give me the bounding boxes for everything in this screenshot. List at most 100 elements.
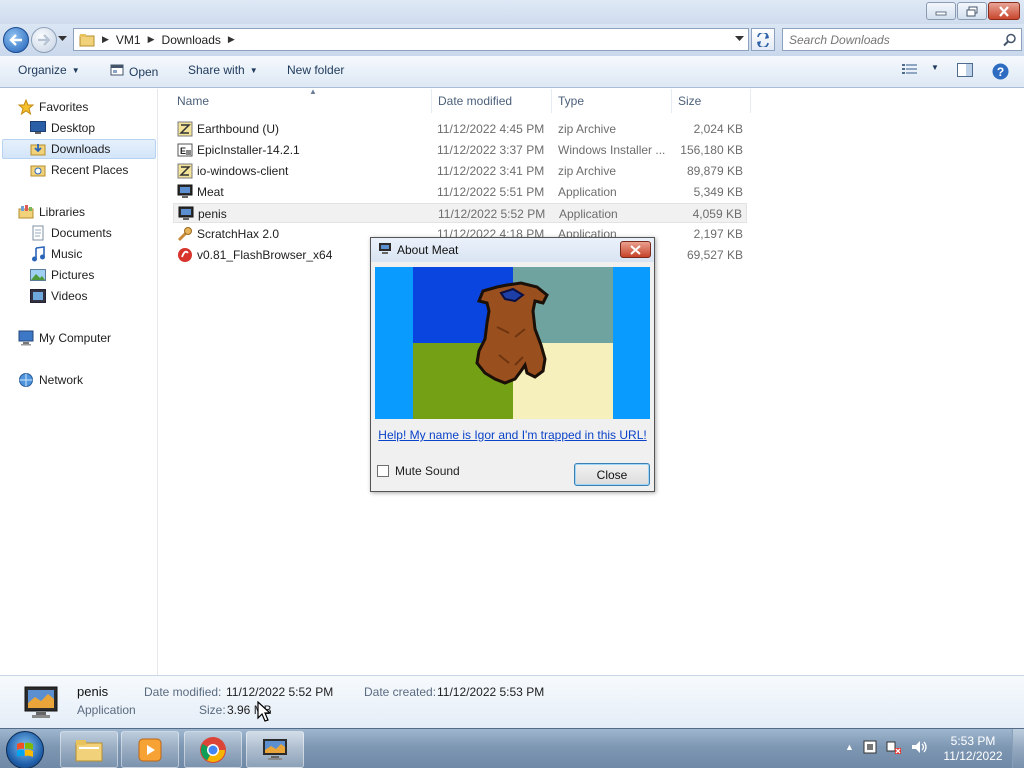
arrow-left-icon xyxy=(9,34,22,46)
taskbar-chrome[interactable] xyxy=(184,731,242,768)
nav-music-label: Music xyxy=(51,247,83,261)
checkbox-box[interactable] xyxy=(377,465,389,477)
nav-pictures[interactable]: Pictures xyxy=(30,265,156,285)
network-status-icon[interactable] xyxy=(886,739,902,755)
file-row-io-windows-client[interactable]: io-windows-client 11/12/2022 3:41 PM zip… xyxy=(173,161,747,181)
nav-videos[interactable]: Videos xyxy=(30,286,156,306)
show-hidden-icons-button[interactable]: ▲ xyxy=(845,742,854,752)
file-type: Windows Installer ... xyxy=(558,143,666,157)
file-row-epicinstaller[interactable]: E EpicInstaller-14.2.1 11/12/2022 3:37 PM… xyxy=(173,140,747,160)
nav-network-label: Network xyxy=(39,373,84,387)
breadcrumb-vm1[interactable]: VM1 xyxy=(116,33,141,47)
dialog-close-x-button[interactable] xyxy=(620,241,651,258)
file-type: zip Archive xyxy=(558,164,617,178)
system-tray: ▲ xyxy=(845,739,928,755)
breadcrumb-separator: ▶ xyxy=(102,34,109,44)
file-size: 4,059 KB xyxy=(692,207,742,221)
clock-date: 11/12/2022 xyxy=(943,749,1003,763)
address-bar[interactable]: ▶ VM1 ▶ Downloads ▶ xyxy=(73,28,749,51)
change-view-button[interactable] xyxy=(902,63,918,75)
music-icon xyxy=(30,246,46,262)
file-row-penis[interactable]: penis 11/12/2022 5:52 PM Application 4,0… xyxy=(173,203,747,223)
help-button[interactable]: ? xyxy=(992,63,1009,80)
column-header-date-modified[interactable]: Date modified xyxy=(432,89,552,113)
address-history-dropdown[interactable] xyxy=(735,36,744,42)
nav-libraries[interactable]: Libraries xyxy=(18,202,156,222)
start-button[interactable] xyxy=(6,731,44,768)
pictures-icon xyxy=(30,267,46,283)
nav-network[interactable]: Network xyxy=(18,370,156,390)
open-button[interactable]: Open xyxy=(110,63,158,80)
nav-downloads-label: Downloads xyxy=(51,142,111,156)
file-row-meat[interactable]: Meat 11/12/2022 5:51 PM Application 5,34… xyxy=(173,182,747,202)
nav-desktop[interactable]: Desktop xyxy=(30,118,156,138)
taskbar-clock[interactable]: 5:53 PM 11/12/2022 xyxy=(940,734,1006,764)
minimize-button[interactable] xyxy=(926,2,956,20)
file-date: 11/12/2022 5:51 PM xyxy=(437,185,545,199)
dialog-titlebar[interactable]: About Meat xyxy=(371,238,654,262)
dialog-title: About Meat xyxy=(397,243,459,257)
chrome-icon xyxy=(200,736,226,763)
about-meat-dialog: About Meat Help! My name is Igor and I'm… xyxy=(370,237,655,492)
search-input[interactable] xyxy=(789,32,999,47)
forward-button[interactable] xyxy=(31,27,57,53)
refresh-icon xyxy=(757,32,769,47)
search-box[interactable] xyxy=(782,28,1022,51)
column-header-type[interactable]: Type xyxy=(552,89,672,113)
file-date: 11/12/2022 5:52 PM xyxy=(438,207,546,221)
taskbar-explorer[interactable] xyxy=(60,731,118,768)
chevron-down-icon: ▼ xyxy=(249,65,258,75)
clock-time: 5:53 PM xyxy=(950,734,996,748)
file-name: ScratchHax 2.0 xyxy=(197,227,280,241)
app-icon xyxy=(263,738,287,760)
dialog-close-button[interactable]: Close xyxy=(574,463,650,486)
new-folder-button[interactable]: New folder xyxy=(287,63,344,77)
preview-pane-button[interactable] xyxy=(957,63,973,77)
file-type: Application xyxy=(558,185,617,199)
nav-my-computer[interactable]: My Computer xyxy=(18,328,156,348)
igor-url-link[interactable]: Help! My name is Igor and I'm trapped in… xyxy=(371,428,654,442)
mute-sound-checkbox[interactable]: Mute Sound xyxy=(377,464,460,478)
restore-button[interactable] xyxy=(957,2,987,20)
folder-icon xyxy=(79,33,95,47)
nav-recent-places[interactable]: Recent Places xyxy=(30,160,156,180)
column-header-name[interactable]: Name ▲ xyxy=(171,87,432,113)
back-button[interactable] xyxy=(3,27,29,53)
file-name: io-windows-client xyxy=(197,164,289,178)
documents-icon xyxy=(30,225,46,241)
nav-favorites[interactable]: Favorites xyxy=(18,97,156,117)
nav-downloads[interactable]: Downloads xyxy=(2,139,156,159)
network-icon xyxy=(18,372,34,388)
star-icon xyxy=(18,99,34,115)
volume-icon[interactable] xyxy=(910,739,928,755)
taskbar-media-player[interactable] xyxy=(121,731,179,768)
search-icon[interactable] xyxy=(1003,33,1017,47)
window-close-button[interactable] xyxy=(988,2,1020,20)
file-row-earthbound[interactable]: Earthbound (U) 11/12/2022 4:45 PM zip Ar… xyxy=(173,119,747,139)
file-name: EpicInstaller-14.2.1 xyxy=(197,143,300,157)
breadcrumb-separator[interactable]: ▶ xyxy=(228,34,235,45)
refresh-button[interactable] xyxy=(751,28,775,51)
taskbar-meat-app[interactable] xyxy=(246,731,304,768)
svg-text:?: ? xyxy=(997,65,1004,79)
nav-desktop-label: Desktop xyxy=(51,121,96,135)
nav-libraries-label: Libraries xyxy=(39,205,86,219)
nav-documents[interactable]: Documents xyxy=(30,223,156,243)
file-name: Meat xyxy=(197,185,224,199)
organize-button[interactable]: Organize ▼ xyxy=(18,63,80,77)
view-options-dropdown[interactable]: ▼ xyxy=(926,63,939,72)
file-date: 11/12/2022 4:45 PM xyxy=(437,122,545,136)
chevron-down-icon: ▼ xyxy=(931,63,939,72)
action-center-flag-icon[interactable] xyxy=(862,739,878,755)
column-header-size[interactable]: Size xyxy=(672,89,751,113)
recent-pages-dropdown[interactable] xyxy=(58,36,67,42)
share-with-button[interactable]: Share with ▼ xyxy=(188,63,258,77)
show-desktop-button[interactable] xyxy=(1012,729,1024,768)
window-titlebar xyxy=(0,0,1024,24)
file-type: zip Archive xyxy=(558,122,617,136)
breadcrumb-downloads[interactable]: Downloads xyxy=(162,33,221,47)
nav-music[interactable]: Music xyxy=(30,244,156,264)
command-bar: Organize ▼ Open Share with ▼ New folder … xyxy=(0,56,1024,88)
file-type: Application xyxy=(559,207,618,221)
new-folder-label: New folder xyxy=(287,63,345,77)
